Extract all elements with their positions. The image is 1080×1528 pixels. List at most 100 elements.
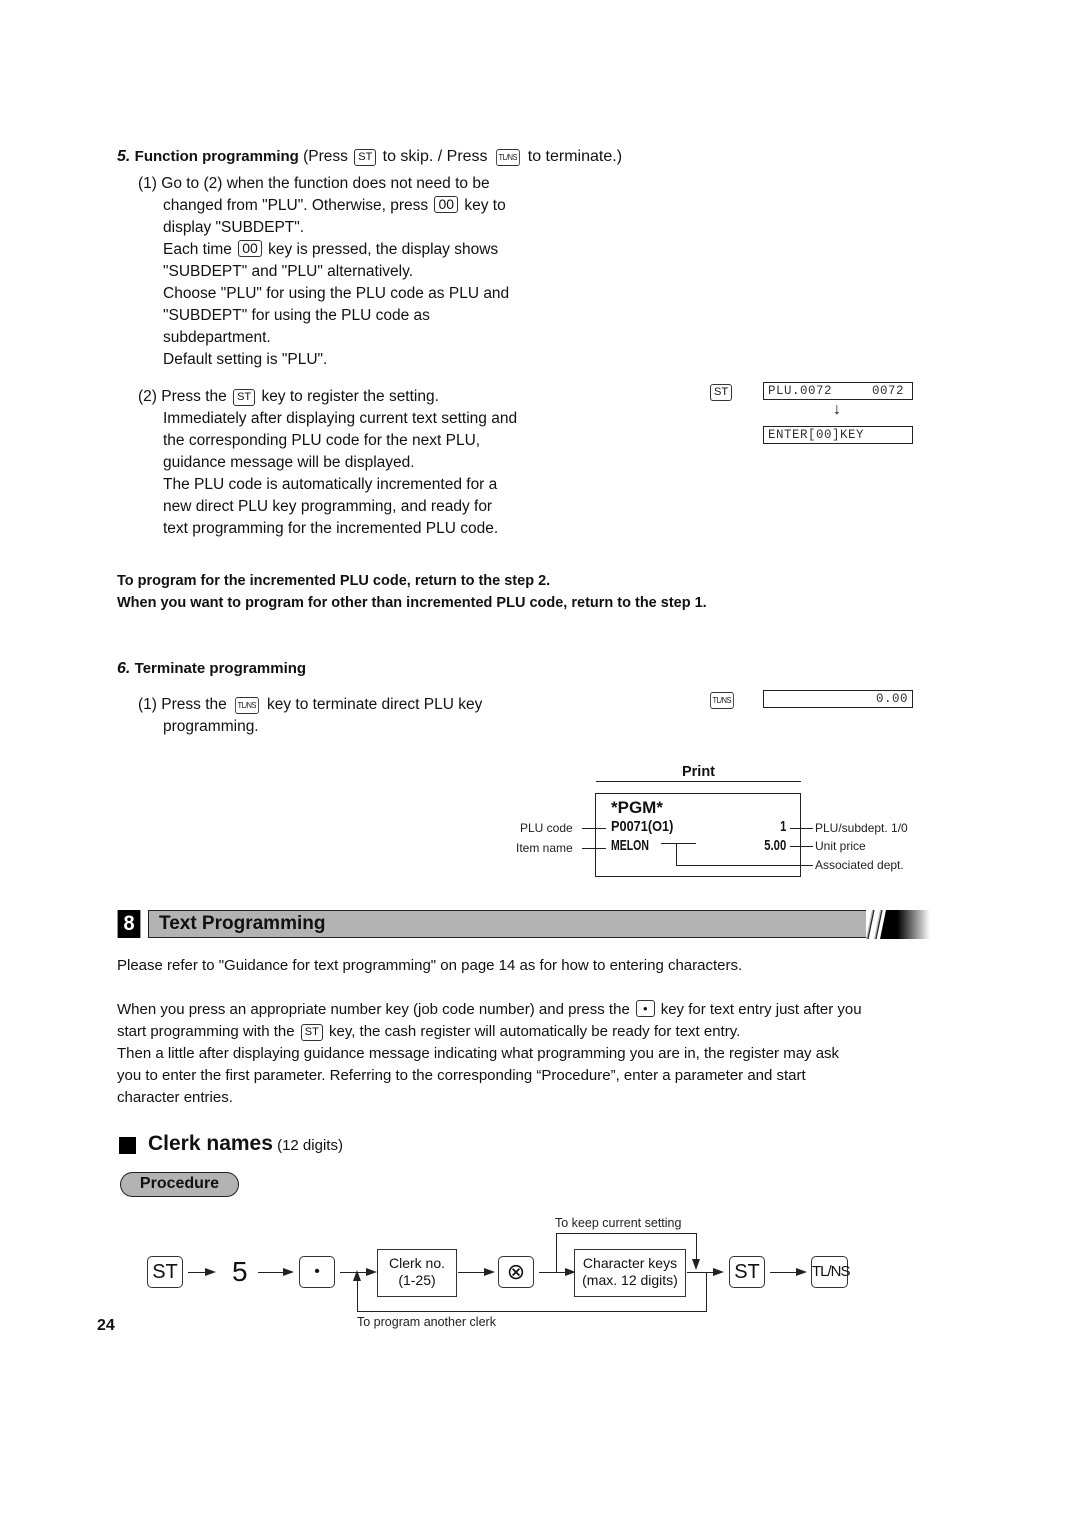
arrowhead-icon bbox=[692, 1259, 700, 1270]
flow-st-key: ST bbox=[147, 1256, 183, 1288]
section-number-badge: 8 bbox=[117, 910, 141, 938]
leader-plu-subdept bbox=[790, 828, 813, 829]
step5-note-mid: to skip. / Press bbox=[382, 148, 488, 165]
arrowhead-icon bbox=[205, 1268, 216, 1276]
section-bar-end-decoration bbox=[866, 909, 930, 940]
section-title-bar: Text Programming bbox=[148, 910, 866, 938]
step5-sub2-line2: Immediately after displaying current tex… bbox=[163, 410, 518, 427]
char-box-line1: Character keys bbox=[582, 1255, 678, 1271]
leader-item-name bbox=[582, 848, 606, 849]
00-key-icon: 00 bbox=[238, 240, 262, 257]
sub1-text: key is pressed, the display shows bbox=[268, 241, 499, 258]
tlns-key-icon: TL/NS bbox=[235, 697, 259, 714]
body-text: start programming with the bbox=[117, 1023, 295, 1040]
sub2-text: key to register the setting. bbox=[261, 388, 439, 405]
label-plu-code: PLU code bbox=[520, 821, 573, 835]
clerk-box-line1: Clerk no. bbox=[388, 1255, 446, 1271]
step5-sub1-line6: Choose "PLU" for using the PLU code as P… bbox=[163, 285, 510, 302]
flow-character-keys-box: Character keys (max. 12 digits) bbox=[574, 1249, 686, 1297]
step5-note-post: to terminate.) bbox=[527, 148, 623, 165]
char-box-line2: (max. 12 digits) bbox=[582, 1272, 678, 1288]
step6-number: 6. bbox=[117, 660, 131, 677]
flow-clerk-no-box: Clerk no. (1-25) bbox=[377, 1249, 457, 1297]
display-plu-code: PLU.0072 0072 bbox=[763, 382, 913, 400]
sub2-number: (2) bbox=[138, 388, 157, 405]
receipt-header: *PGM* bbox=[611, 798, 663, 817]
tlns-key-icon: TL/NS bbox=[495, 149, 520, 166]
step5-sub2-line7: text programming for the incremented PLU… bbox=[163, 520, 499, 537]
clerk-box-line2: (1-25) bbox=[398, 1272, 436, 1288]
label-plu-subdept: PLU/subdept. 1/0 bbox=[815, 821, 908, 835]
step5-sub1-line9: Default setting is "PLU". bbox=[163, 351, 328, 368]
square-bullet-icon bbox=[119, 1137, 136, 1154]
st-key-icon: ST bbox=[354, 149, 377, 166]
sub1-text: key to bbox=[464, 197, 506, 214]
step5-number: 5. bbox=[117, 148, 131, 165]
clerk-title: Clerk names bbox=[148, 1132, 273, 1155]
bypass-line-left bbox=[556, 1233, 557, 1272]
step6-heading: 6. Terminate programming bbox=[117, 658, 306, 680]
page-number: 24 bbox=[97, 1317, 115, 1334]
body-paragraph-1: Please refer to "Guidance for text progr… bbox=[117, 957, 743, 974]
step5-sub1-line7: "SUBDEPT" for using the PLU code as bbox=[163, 307, 430, 324]
step6-sub1-line1: (1) Press the TL/NS key to terminate dir… bbox=[138, 694, 482, 716]
label-item-name: Item name bbox=[516, 841, 573, 855]
step5-sub1-line3: display "SUBDEPT". bbox=[163, 219, 305, 236]
step5-sub2-line1: (2) Press the ST key to register the set… bbox=[138, 386, 439, 408]
receipt-price: 5.00 bbox=[764, 837, 786, 854]
body-p2-line3: Then a little after displaying guidance … bbox=[117, 1045, 840, 1062]
step5-sub2-line6: new direct PLU key programming, and read… bbox=[163, 498, 493, 515]
step5-heading: 5. Function programming (Press ST to ski… bbox=[117, 146, 622, 168]
flow-five-key: 5 bbox=[232, 1256, 248, 1287]
procedure-badge: Procedure bbox=[120, 1172, 239, 1197]
leader-plu-code bbox=[582, 828, 606, 829]
arrowhead-icon bbox=[366, 1268, 377, 1276]
arrowhead-icon bbox=[283, 1268, 294, 1276]
step5-sub1-line8: subdepartment. bbox=[163, 329, 271, 346]
arrowhead-icon bbox=[353, 1270, 361, 1281]
arrowhead-icon bbox=[796, 1268, 807, 1276]
dot-key-icon: • bbox=[635, 1000, 655, 1017]
keep-current-setting-label: To keep current setting bbox=[555, 1216, 682, 1230]
note-incremented: To program for the incremented PLU code,… bbox=[117, 573, 551, 589]
assoc-dept-leader bbox=[676, 865, 813, 866]
print-title-rule bbox=[596, 781, 801, 782]
assoc-dept-connector bbox=[676, 843, 677, 865]
body-p2-line5: character entries. bbox=[117, 1089, 233, 1106]
program-another-clerk-label: To program another clerk bbox=[357, 1315, 496, 1329]
flow-dot-key: • bbox=[299, 1256, 335, 1288]
flow-st2-key: ST bbox=[729, 1256, 765, 1288]
step5-sub1-line2: changed from "PLU". Otherwise, press 00 … bbox=[163, 195, 506, 217]
display-zero: 0.00 bbox=[763, 690, 913, 708]
clerk-heading: Clerk names (12 digits) bbox=[148, 1132, 343, 1156]
step5-sub1-line5: "SUBDEPT" and "PLU" alternatively. bbox=[163, 263, 414, 280]
sub1-number: (1) bbox=[138, 175, 157, 192]
label-assoc-dept: Associated dept. bbox=[815, 858, 904, 872]
display-enter-key: ENTER[00]KEY bbox=[763, 426, 913, 444]
step5-note-pre: (Press bbox=[303, 148, 348, 165]
sub1-number: (1) bbox=[138, 696, 157, 713]
step6-title: Terminate programming bbox=[134, 660, 307, 677]
body-p2-line2: start programming with the ST key, the c… bbox=[117, 1021, 740, 1043]
arrowhead-icon bbox=[484, 1268, 495, 1276]
loop-line-right bbox=[706, 1272, 707, 1311]
body-text: key for text entry just after you bbox=[660, 1001, 862, 1018]
section-title: Text Programming bbox=[159, 913, 326, 934]
loop-line-left bbox=[357, 1276, 358, 1311]
sub1-text: changed from "PLU". Otherwise, press bbox=[163, 197, 429, 214]
sub1-text: Press the bbox=[161, 696, 227, 713]
loop-line-bottom bbox=[357, 1311, 707, 1312]
clerk-digits: (12 digits) bbox=[277, 1137, 343, 1154]
bypass-line-top bbox=[556, 1233, 697, 1234]
flow-multiply-key: ⊗ bbox=[498, 1256, 534, 1288]
body-text: When you press an appropriate number key… bbox=[117, 1001, 630, 1018]
arrowhead-icon bbox=[713, 1268, 724, 1276]
body-text: key, the cash register will automaticall… bbox=[328, 1023, 741, 1040]
print-title: Print bbox=[681, 764, 716, 780]
receipt-plu-code: P0071(O1) bbox=[611, 818, 674, 835]
00-key-icon: 00 bbox=[434, 196, 459, 213]
note-other: When you want to program for other than … bbox=[117, 595, 707, 611]
sub1-text: Go to (2) when the function does not nee… bbox=[161, 175, 490, 192]
st-key-icon: ST bbox=[300, 1024, 323, 1041]
down-arrow-icon: ↓ bbox=[833, 401, 841, 418]
